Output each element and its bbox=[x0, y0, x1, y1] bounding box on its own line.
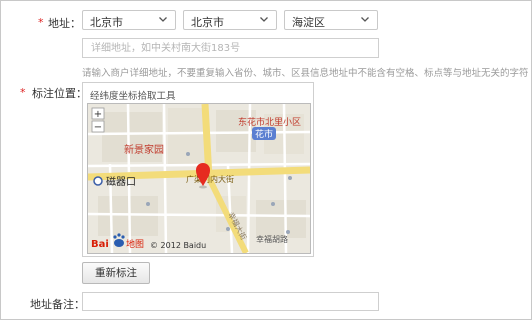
map-label-ciqikou: 磁器口 bbox=[106, 175, 136, 188]
city-value: 北京市 bbox=[191, 16, 224, 29]
map-label-xinjing: 新景家园 bbox=[124, 143, 164, 156]
required-mark: * bbox=[20, 86, 26, 99]
map-label-beili: 东花市北里小区 bbox=[238, 116, 301, 128]
province-value: 北京市 bbox=[90, 16, 123, 29]
chevron-down-icon bbox=[361, 17, 369, 22]
logo-text-2: 地图 bbox=[126, 238, 144, 250]
remark-field[interactable] bbox=[82, 292, 379, 311]
remark-input[interactable] bbox=[83, 293, 378, 310]
required-mark: * bbox=[38, 16, 44, 29]
detail-address-field[interactable] bbox=[82, 38, 379, 58]
chevron-down-icon bbox=[159, 17, 167, 22]
address-label: 地址： bbox=[48, 17, 81, 30]
map-canvas[interactable]: 花市 东花市北里小区 新景家园 磁器口 广渠门内大街 幸福大街 幸福胡路 + −… bbox=[88, 104, 310, 253]
map-label-huashi: 花市 bbox=[255, 128, 273, 140]
province-select[interactable]: 北京市 bbox=[82, 10, 176, 30]
zoom-in-icon[interactable]: + bbox=[94, 109, 102, 120]
map-label-xingfu: 幸福胡路 bbox=[256, 234, 288, 244]
map-view[interactable]: 花市 东花市北里小区 新景家园 磁器口 广渠门内大街 幸福大街 幸福胡路 + −… bbox=[87, 103, 311, 254]
picker-title: 经纬度坐标拾取工具 bbox=[90, 91, 176, 102]
chevron-down-icon bbox=[260, 17, 268, 22]
map-label-guangqu: 广渠门内大街 bbox=[186, 174, 234, 184]
remark-label: 地址备注： bbox=[30, 298, 85, 311]
logo-text: Bai bbox=[91, 239, 109, 250]
map-copyright: © 2012 Baidu bbox=[150, 241, 206, 250]
city-select[interactable]: 北京市 bbox=[183, 10, 277, 30]
location-label: 标注位置： bbox=[32, 87, 87, 100]
district-value: 海淀区 bbox=[292, 16, 325, 29]
zoom-out-icon[interactable]: − bbox=[94, 122, 102, 133]
detail-address-input[interactable] bbox=[83, 39, 378, 57]
address-hint: 请输入商户详细地址，不要重复输入省份、城市、区县信息地址中不能含有空格、标点等与… bbox=[82, 68, 529, 79]
reset-marker-button[interactable]: 重新标注 bbox=[82, 262, 150, 284]
coordinate-picker: 经纬度坐标拾取工具 花市 东花市北里小区 新景家园 磁器口 广渠门内大街 幸福大… bbox=[82, 82, 314, 257]
district-select[interactable]: 海淀区 bbox=[284, 10, 378, 30]
